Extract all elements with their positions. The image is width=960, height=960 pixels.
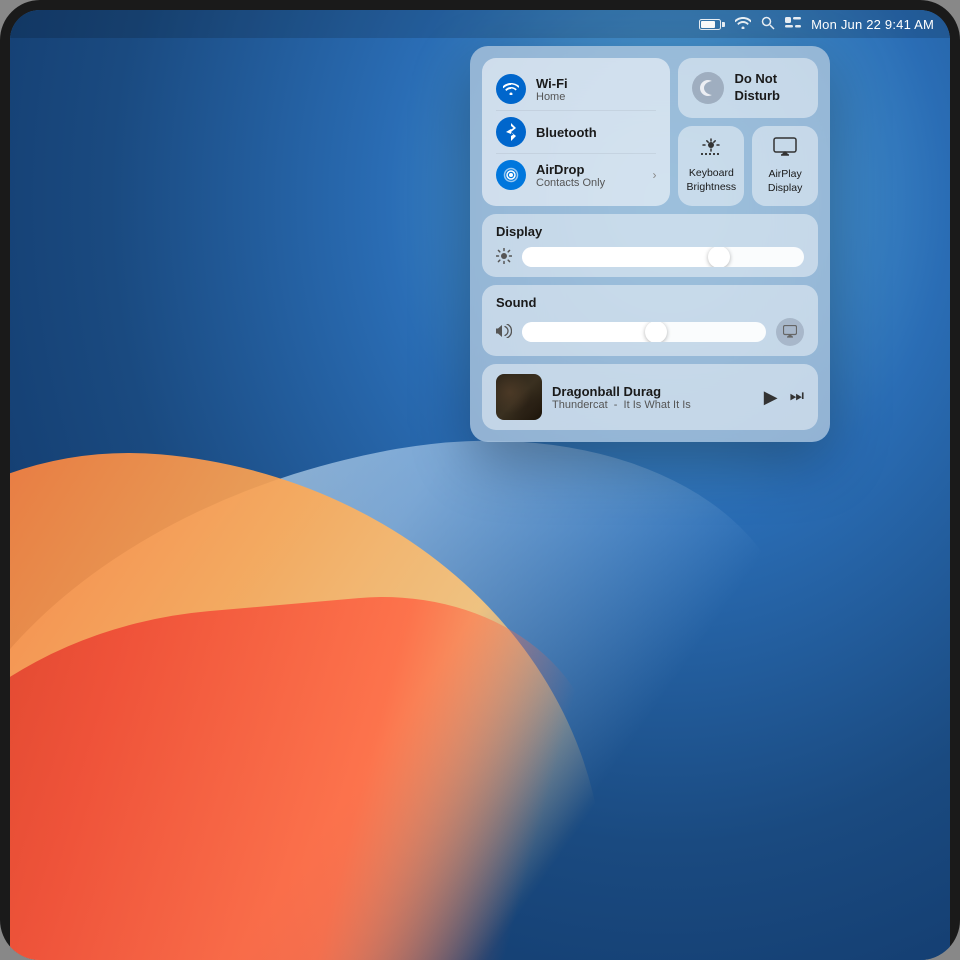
airplay-display-label: AirPlayDisplay — [768, 168, 802, 195]
search-icon[interactable] — [761, 16, 775, 33]
wifi-item[interactable]: Wi-Fi Home — [496, 68, 656, 111]
small-buttons-row: KeyboardBrightness AirPlayDisplay — [678, 126, 818, 206]
do-not-disturb-label: Do NotDisturb — [734, 71, 780, 105]
brightness-icon — [496, 248, 512, 267]
airdrop-item[interactable]: AirDrop Contacts Only › — [496, 154, 656, 196]
album-art — [496, 374, 542, 420]
menubar-right: Mon Jun 22 9:41 AM — [699, 16, 934, 33]
sound-section: Sound — [482, 285, 818, 356]
track-artist: Thundercat - It Is What It Is — [552, 399, 754, 411]
keyboard-brightness-label: KeyboardBrightness — [687, 167, 737, 194]
airdrop-subtitle: Contacts Only — [536, 177, 642, 189]
do-not-disturb-icon — [692, 72, 724, 104]
play-button[interactable]: ▶ — [764, 387, 778, 408]
airplay-display-button[interactable]: AirPlayDisplay — [752, 126, 818, 206]
wifi-icon[interactable] — [735, 17, 751, 32]
airdrop-chevron-icon: › — [652, 168, 656, 182]
display-title: Display — [496, 224, 804, 239]
playback-controls: ▶ ⏭ — [764, 387, 804, 408]
wifi-subtitle: Home — [536, 91, 656, 103]
wifi-text: Wi-Fi Home — [536, 76, 656, 103]
network-panel: Wi-Fi Home Bluetooth — [482, 58, 670, 206]
sound-slider-row — [496, 318, 804, 346]
airdrop-text: AirDrop Contacts Only — [536, 162, 642, 189]
battery-icon[interactable] — [699, 19, 725, 30]
airplay-display-icon — [773, 137, 797, 163]
sound-title: Sound — [496, 295, 804, 310]
cc-right-column: Do NotDisturb — [678, 58, 818, 206]
menubar-datetime: Mon Jun 22 9:41 AM — [811, 17, 934, 32]
volume-icon — [496, 324, 512, 341]
track-info: Dragonball Durag Thundercat - It Is What… — [552, 384, 754, 411]
display-slider[interactable] — [522, 247, 804, 267]
bluetooth-text: Bluetooth — [536, 125, 656, 140]
skip-forward-button[interactable]: ⏭ — [790, 388, 804, 406]
control-center-panel: Wi-Fi Home Bluetooth — [470, 46, 830, 442]
airdrop-circle-icon — [496, 160, 526, 190]
bluetooth-circle-icon — [496, 117, 526, 147]
do-not-disturb-button[interactable]: Do NotDisturb — [678, 58, 818, 118]
wifi-label: Wi-Fi — [536, 76, 656, 91]
sound-slider[interactable] — [522, 322, 766, 342]
cc-top-row: Wi-Fi Home Bluetooth — [482, 58, 818, 206]
wifi-circle-icon — [496, 74, 526, 104]
control-center-icon[interactable] — [785, 17, 801, 32]
sound-airplay-icon[interactable] — [776, 318, 804, 346]
keyboard-brightness-button[interactable]: KeyboardBrightness — [678, 126, 744, 206]
display-slider-row — [496, 247, 804, 267]
screen: Mon Jun 22 9:41 AM — [10, 10, 950, 960]
device-frame: Mon Jun 22 9:41 AM — [0, 0, 960, 960]
menubar: Mon Jun 22 9:41 AM — [10, 10, 950, 38]
airdrop-label: AirDrop — [536, 162, 642, 177]
bluetooth-item[interactable]: Bluetooth — [496, 111, 656, 154]
bluetooth-label: Bluetooth — [536, 125, 656, 140]
track-title: Dragonball Durag — [552, 384, 754, 399]
keyboard-brightness-icon — [699, 138, 723, 162]
now-playing-section: Dragonball Durag Thundercat - It Is What… — [482, 364, 818, 430]
display-section: Display — [482, 214, 818, 277]
